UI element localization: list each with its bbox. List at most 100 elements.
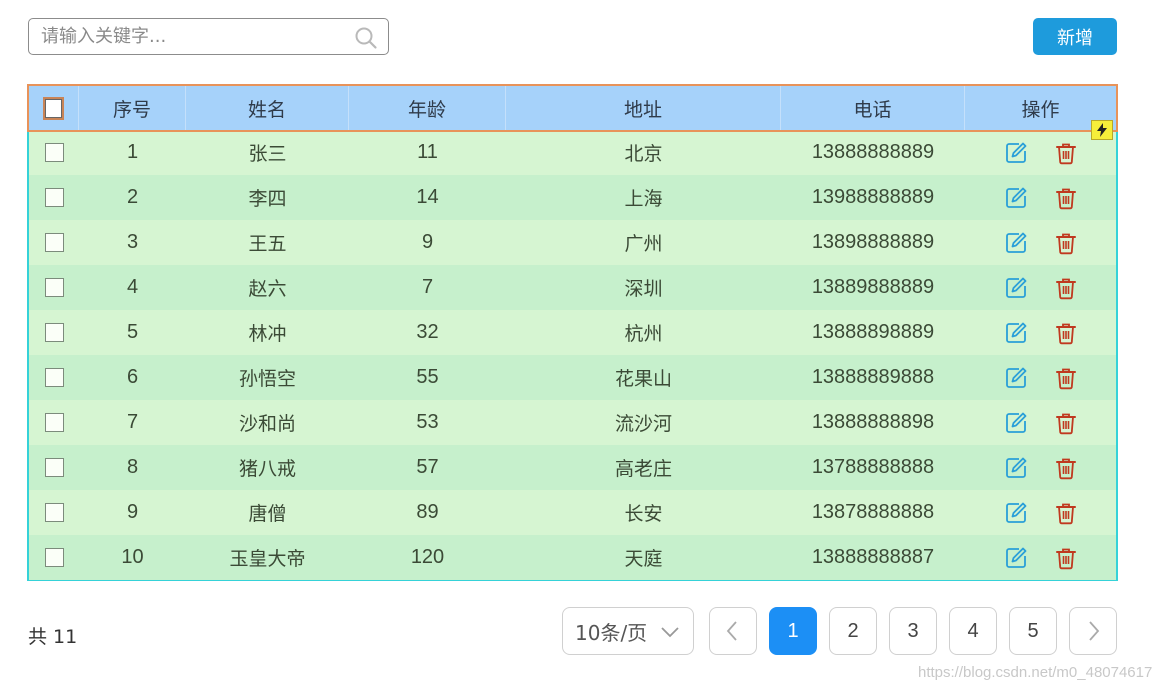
- cell-phone: 13788888888: [811, 456, 935, 478]
- cell-age: 9: [421, 231, 434, 253]
- row-checkbox[interactable]: [44, 458, 64, 477]
- edit-icon[interactable]: [1004, 321, 1028, 345]
- row-checkbox-cell: [29, 310, 79, 355]
- page-size-select[interactable]: 10条/页: [562, 607, 694, 655]
- cell-no: 5: [126, 321, 139, 343]
- cell-address: 广州: [624, 233, 663, 255]
- row-checkbox[interactable]: [44, 323, 64, 342]
- row-checkbox[interactable]: [44, 548, 64, 567]
- add-button[interactable]: 新增: [1033, 18, 1117, 55]
- cell-phone: 13878888888: [811, 501, 935, 523]
- cell-actions: [965, 175, 1116, 220]
- data-table: 序号 姓名 年龄 地址 电话 操作 1 张三 11 北京 13888888889 2 李四 1…: [27, 84, 1118, 581]
- row-checkbox-cell: [29, 445, 79, 490]
- cell-address: 深圳: [624, 278, 663, 300]
- row-checkbox-cell: [29, 265, 79, 310]
- header-address: 地址: [506, 86, 781, 130]
- cell-age: 89: [416, 501, 439, 523]
- trash-icon[interactable]: [1054, 186, 1078, 210]
- watermark: https://blog.csdn.net/m0_48074617: [918, 664, 1153, 681]
- cell-name: 李四: [248, 188, 287, 210]
- header-checkbox-cell: [29, 86, 79, 130]
- row-actions: [1004, 141, 1078, 165]
- next-page-button[interactable]: [1069, 607, 1117, 655]
- edit-icon[interactable]: [1004, 546, 1028, 570]
- edit-icon[interactable]: [1004, 141, 1028, 165]
- cell-address: 流沙河: [614, 413, 672, 435]
- cell-age: 53: [416, 411, 439, 433]
- trash-icon[interactable]: [1054, 276, 1078, 300]
- page-button-3[interactable]: 3: [889, 607, 937, 655]
- page-size-label: 10条/页: [575, 620, 648, 645]
- select-all-checkbox[interactable]: [43, 96, 64, 120]
- cell-address: 花果山: [614, 368, 672, 390]
- cell-phone: 13888888887: [811, 546, 935, 568]
- cell-name: 唐僧: [248, 503, 287, 525]
- cell-name: 猪八戒: [238, 458, 296, 480]
- edit-icon[interactable]: [1004, 231, 1028, 255]
- search-input[interactable]: [29, 19, 339, 54]
- cell-age: 14: [416, 186, 439, 208]
- chevron-right-icon: [1089, 621, 1100, 641]
- cell-phone: 13888898889: [811, 321, 935, 343]
- table-row: 1 张三 11 北京 13888888889: [29, 130, 1116, 175]
- trash-icon[interactable]: [1054, 546, 1078, 570]
- row-checkbox[interactable]: [44, 278, 64, 297]
- prev-page-button[interactable]: [709, 607, 757, 655]
- table-row: 9 唐僧 89 长安 13878888888: [29, 490, 1116, 535]
- edit-icon[interactable]: [1004, 501, 1028, 525]
- cell-address: 高老庄: [614, 458, 672, 480]
- page-button-1[interactable]: 1: [769, 607, 817, 655]
- edit-icon[interactable]: [1004, 456, 1028, 480]
- search-box: [28, 18, 389, 55]
- cell-address: 北京: [624, 143, 663, 165]
- trash-icon[interactable]: [1054, 456, 1078, 480]
- cell-actions: [965, 400, 1116, 445]
- table-body: 1 张三 11 北京 13888888889 2 李四 14 上海 13988888889 3 王五 9…: [29, 130, 1116, 580]
- row-checkbox-cell: [29, 535, 79, 580]
- row-checkbox[interactable]: [44, 368, 64, 387]
- cell-phone: 13889888889: [811, 276, 935, 298]
- cell-actions: [965, 220, 1116, 265]
- edit-icon[interactable]: [1004, 276, 1028, 300]
- row-checkbox[interactable]: [44, 143, 64, 162]
- row-checkbox[interactable]: [44, 413, 64, 432]
- page-button-2[interactable]: 2: [829, 607, 877, 655]
- cell-phone: 13898888889: [811, 231, 935, 253]
- cell-no: 1: [126, 141, 139, 163]
- trash-icon[interactable]: [1054, 501, 1078, 525]
- trash-icon[interactable]: [1054, 321, 1078, 345]
- row-checkbox-cell: [29, 175, 79, 220]
- search-icon[interactable]: [354, 26, 378, 50]
- page-button-4[interactable]: 4: [949, 607, 997, 655]
- cell-address: 长安: [624, 503, 663, 525]
- trash-icon[interactable]: [1054, 366, 1078, 390]
- cell-age: 55: [416, 366, 439, 388]
- edit-icon[interactable]: [1004, 411, 1028, 435]
- edit-icon[interactable]: [1004, 186, 1028, 210]
- cell-actions: [965, 310, 1116, 355]
- cell-no: 9: [126, 501, 139, 523]
- row-checkbox[interactable]: [44, 233, 64, 252]
- trash-icon[interactable]: [1054, 411, 1078, 435]
- cell-age: 7: [421, 276, 434, 298]
- cell-address: 上海: [624, 188, 663, 210]
- cell-actions: [965, 445, 1116, 490]
- cell-name: 孙悟空: [238, 368, 296, 390]
- row-checkbox-cell: [29, 130, 79, 175]
- edit-icon[interactable]: [1004, 366, 1028, 390]
- header-age: 年龄: [349, 86, 506, 130]
- table-header: 序号 姓名 年龄 地址 电话 操作: [29, 86, 1116, 130]
- trash-icon[interactable]: [1054, 231, 1078, 255]
- trash-icon[interactable]: [1054, 141, 1078, 165]
- page-button-5[interactable]: 5: [1009, 607, 1057, 655]
- cell-no: 10: [121, 546, 144, 568]
- table-row: 2 李四 14 上海 13988888889: [29, 175, 1116, 220]
- row-checkbox-cell: [29, 490, 79, 535]
- row-checkbox[interactable]: [44, 503, 64, 522]
- lightning-icon[interactable]: [1091, 120, 1113, 140]
- row-actions: [1004, 276, 1078, 300]
- header-no: 序号: [79, 86, 186, 130]
- row-checkbox[interactable]: [44, 188, 64, 207]
- cell-no: 8: [126, 456, 139, 478]
